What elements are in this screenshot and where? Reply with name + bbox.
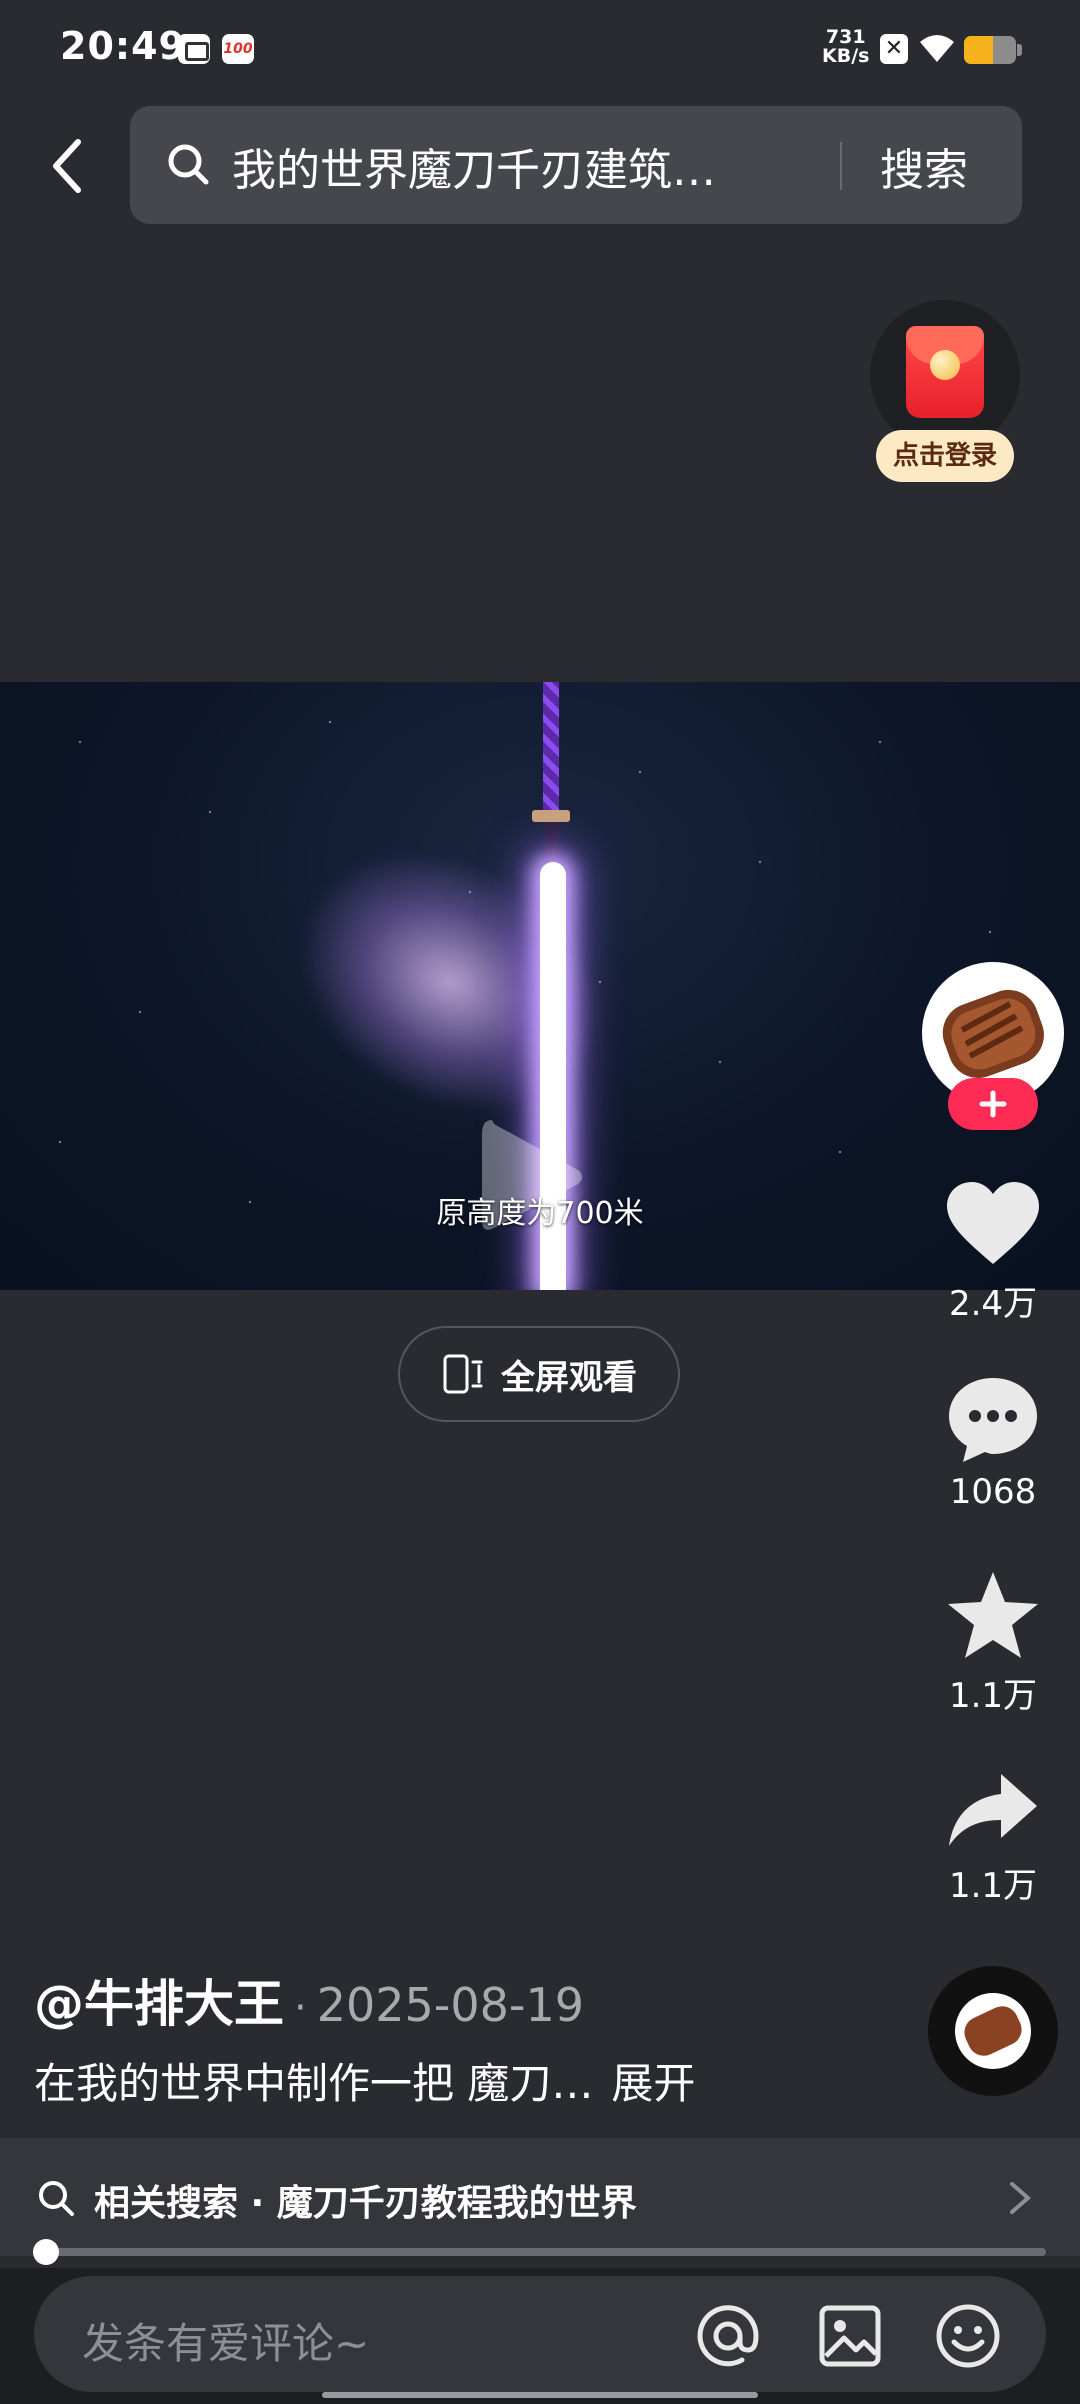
emoji-icon[interactable]: [934, 2302, 1002, 2370]
search-icon: [168, 144, 209, 185]
plus-icon: [979, 1090, 1007, 1118]
progress-handle[interactable]: [33, 2239, 60, 2265]
fullscreen-label: 全屏观看: [501, 1357, 637, 1398]
video-caption: 原高度为700米: [436, 1196, 644, 1231]
post-date: 2025-08-19: [316, 1978, 585, 2032]
back-icon: [53, 139, 81, 193]
star-icon: [948, 1572, 1038, 1658]
author-row: @牛排大王 · 2025-08-19: [34, 1964, 584, 2036]
image-icon[interactable]: [816, 2302, 884, 2370]
back-button[interactable]: [36, 126, 96, 206]
battery-level: [964, 36, 993, 64]
search-divider: [840, 142, 842, 190]
app-notification-icon: [178, 34, 210, 64]
comment-input[interactable]: 发条有爱评论~: [34, 2276, 1046, 2392]
heart-icon: [947, 1182, 1039, 1264]
search-button[interactable]: 搜索: [880, 134, 968, 198]
related-search[interactable]: 相关搜索 · 魔刀千刃教程我的世界: [0, 2138, 1080, 2256]
comment-button[interactable]: 1068: [922, 1374, 1064, 1512]
search-query[interactable]: 我的世界魔刀千刃建筑…: [232, 134, 892, 198]
network-speed: 731 KB/s: [822, 28, 869, 66]
fullscreen-icon: [443, 1354, 483, 1394]
search-icon: [39, 2181, 74, 2216]
at-icon[interactable]: [694, 2302, 762, 2370]
like-count: 2.4万: [948, 1284, 1038, 1324]
share-count: 1.1万: [948, 1866, 1038, 1906]
login-reward-widget[interactable]: 点击登录: [870, 300, 1020, 490]
expand-button[interactable]: 展开: [611, 2059, 695, 2108]
description-text: 在我的世界中制作一把 魔刀…: [34, 2059, 594, 2108]
post-description: 在我的世界中制作一把 魔刀… 展开: [34, 2050, 695, 2111]
wifi-icon: [920, 35, 954, 62]
share-icon: [949, 1774, 1037, 1846]
bottom-bar: 发条有爱评论~: [0, 2268, 1080, 2404]
sword-guard: [532, 810, 570, 822]
status-bar: 20:49 100 731 KB/s ✕: [0, 0, 1080, 100]
battery-icon: [964, 36, 1016, 64]
battery-tip: [1017, 44, 1022, 56]
share-button[interactable]: 1.1万: [922, 1770, 1064, 1907]
status-time: 20:49: [60, 24, 186, 68]
separator-dot: ·: [294, 1985, 307, 2031]
comment-placeholder: 发条有爱评论~: [82, 2319, 370, 2368]
app-badge-icon: 100: [222, 34, 254, 64]
comment-count: 1068: [949, 1472, 1037, 1512]
home-indicator[interactable]: [322, 2392, 758, 2398]
network-speed-unit: KB/s: [822, 45, 870, 67]
reward-circle: [870, 300, 1020, 450]
like-button[interactable]: 2.4万: [922, 1180, 1064, 1325]
search-bar[interactable]: 我的世界魔刀千刃建筑… 搜索: [130, 106, 1022, 224]
playback-progress[interactable]: [33, 2239, 1046, 2265]
favorite-button[interactable]: 1.1万: [922, 1570, 1064, 1717]
fullscreen-button[interactable]: 全屏观看: [398, 1326, 680, 1422]
chevron-right-icon: [1010, 2182, 1032, 2214]
comment-icon: [949, 1378, 1037, 1462]
video-player[interactable]: 原高度为700米: [0, 682, 1080, 1290]
related-search-text: 相关搜索 · 魔刀千刃教程我的世界: [94, 2183, 637, 2224]
sword-handle: [543, 682, 559, 812]
music-disc[interactable]: [928, 1966, 1058, 2096]
coin-icon: [930, 350, 960, 380]
music-cover-icon: [955, 1993, 1031, 2069]
follow-button[interactable]: [948, 1078, 1038, 1130]
login-label[interactable]: 点击登录: [876, 430, 1014, 482]
red-envelope-icon: [906, 326, 984, 418]
author-name[interactable]: @牛排大王: [34, 1975, 284, 2033]
favorite-count: 1.1万: [948, 1676, 1038, 1716]
sim-off-icon: ✕: [880, 34, 908, 64]
